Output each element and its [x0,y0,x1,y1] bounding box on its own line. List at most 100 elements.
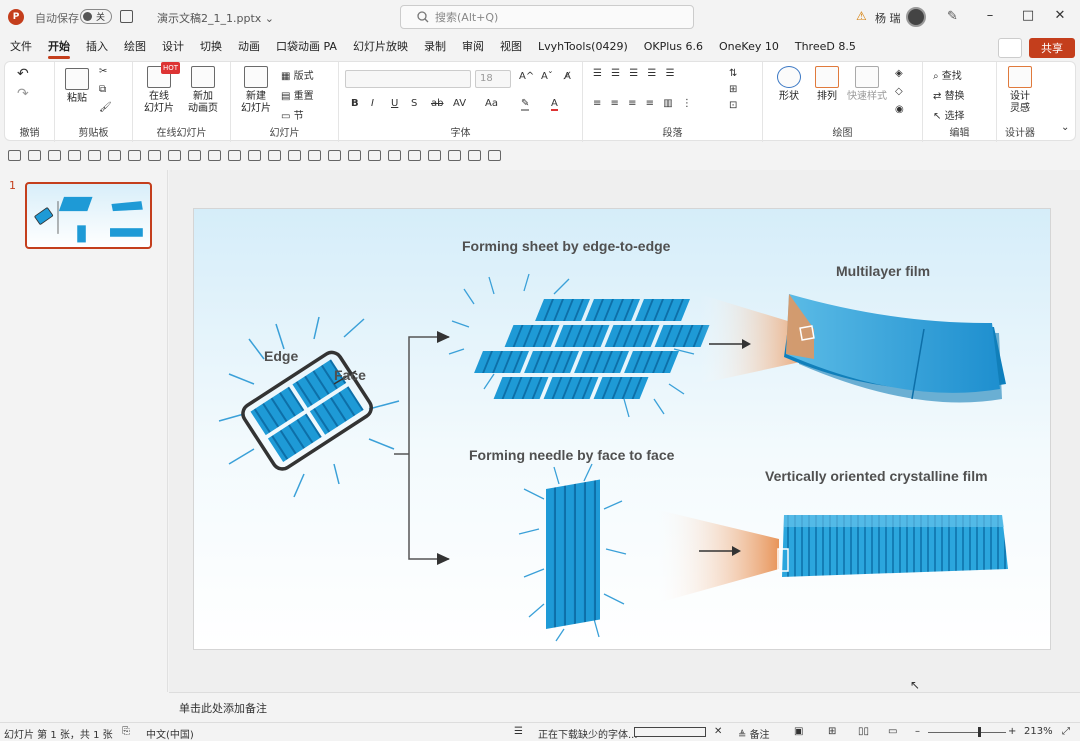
share-button[interactable]: 共享 [1029,38,1075,58]
copy-icon[interactable]: ⧉ [99,84,106,95]
intersect-icon[interactable] [388,149,401,161]
file-name[interactable]: 演示文稿2_1_1.pptx ⌄ [157,10,274,26]
flip-icon[interactable] [248,149,261,161]
align-bottom-icon[interactable] [188,149,201,161]
union-icon[interactable] [328,149,341,161]
search-input[interactable]: 搜索(Alt+Q) [400,5,694,29]
slide-canvas[interactable]: Edge Face Forming sheet by edge-to-edge … [193,208,1051,650]
reading-view-icon[interactable]: ▯▯ [858,726,869,737]
minimize-icon[interactable]: – [980,8,1000,23]
tab-4[interactable]: 设计 [162,34,184,60]
tab-1[interactable]: 开始 [48,34,70,60]
align-top-icon[interactable] [148,149,161,161]
rect-icon[interactable] [68,149,81,161]
autosave-toggle[interactable]: 关 [80,9,112,24]
text-direction-icon[interactable]: ⇅ [729,68,737,79]
effects-icon[interactable]: ◉ [895,104,904,115]
new-slide-button[interactable]: 新建 幻灯片 [235,66,277,115]
zoom-level[interactable]: 213% [1024,726,1053,737]
replace-button[interactable]: ⇄ 替换 [933,87,965,102]
bold-icon[interactable]: B [351,98,359,109]
format-painter-icon[interactable]: 🖌 [99,102,112,113]
change-case-icon[interactable]: Aa [485,98,498,109]
lock-icon[interactable] [448,149,461,161]
notes-toggle[interactable]: ≜ 备注 [738,726,770,741]
shadow-icon[interactable]: S [411,98,417,109]
collapse-ribbon-icon[interactable]: ⌄ [1061,122,1069,133]
italic-icon[interactable]: I [371,98,374,109]
highlight-icon[interactable]: ✎ [521,98,530,111]
avatar[interactable] [906,7,926,27]
shape-icon[interactable] [28,149,41,161]
tab-2[interactable]: 插入 [86,34,108,60]
select-button[interactable]: ↖ 选择 [933,107,965,122]
accessibility-icon[interactable]: ⎘ [122,726,130,737]
tab-8[interactable]: 幻灯片放映 [353,34,408,60]
save-icon[interactable] [120,10,133,23]
strikethrough-icon[interactable]: ab [431,98,443,109]
grow-font-icon[interactable]: A^ [519,71,534,82]
unlock-icon[interactable] [468,149,481,161]
layout-button[interactable]: ▦ 版式 [281,67,314,82]
char-spacing-icon[interactable]: AV [453,98,466,109]
combine-icon[interactable] [348,149,361,161]
textbox-icon[interactable] [8,149,21,161]
warning-icon[interactable]: ⚠ [856,9,867,23]
fill-icon[interactable]: ◈ [895,68,903,79]
alignment-icons[interactable]: ≡ ≡ ≡ ≡ ▥ ⋮ [593,98,695,109]
sorter-view-icon[interactable]: ⊞ [828,726,836,737]
clear-format-icon[interactable]: A̸ [564,71,571,82]
tab-0[interactable]: 文件 [10,34,32,60]
redo-icon[interactable]: ↷ [17,86,29,102]
reset-button[interactable]: ▤ 重置 [281,87,314,102]
pen-icon[interactable]: ✎ [947,9,958,24]
close-icon[interactable]: ✕ [1050,8,1070,23]
find-button[interactable]: ⌕ 查找 [933,67,962,82]
font-color-icon[interactable]: A [551,98,558,111]
shapes-button[interactable]: 形状 [769,66,809,103]
tab-6[interactable]: 动画 [238,34,260,60]
underline-icon[interactable]: U [391,98,398,109]
quick-style-button[interactable]: 快速样式 [845,66,889,103]
font-family-select[interactable] [345,70,471,88]
maximize-icon[interactable]: □ [1018,8,1038,23]
ungroup-icon[interactable] [308,149,321,161]
align-middle-icon[interactable] [168,149,181,161]
zoom-slider-thumb[interactable] [978,727,981,737]
arrange-button[interactable]: 排列 [809,66,845,103]
tab-15[interactable]: ThreeD 8.5 [795,34,856,60]
align-right-icon[interactable] [128,149,141,161]
merge-icon[interactable] [428,149,441,161]
align-center-icon[interactable] [108,149,121,161]
distribute-h-icon[interactable] [208,149,221,161]
normal-view-icon[interactable]: ▣ [794,726,803,737]
tab-14[interactable]: OneKey 10 [719,34,779,60]
bullets-icon[interactable]: ☰ ☰ ☰ ☰ ☰ [593,68,678,79]
tab-7[interactable]: 口袋动画 PA [276,34,337,60]
tab-9[interactable]: 录制 [424,34,446,60]
comments-button[interactable] [998,38,1022,58]
align-text-icon[interactable]: ⊞ [729,84,737,95]
font-size-select[interactable]: 18 [475,70,511,88]
section-button[interactable]: ▭ 节 [281,107,304,122]
tab-10[interactable]: 审阅 [462,34,484,60]
fit-window-icon[interactable]: ⤢ [1062,726,1070,737]
paste-button[interactable]: 粘贴 [61,68,93,105]
outline-icon[interactable]: ◇ [895,86,903,97]
smartart-icon[interactable]: ⊡ [729,100,737,111]
new-animation-button[interactable]: 新加 动画页 [181,66,225,115]
zoom-out-icon[interactable]: – [915,726,920,737]
slide-info[interactable]: 幻灯片 第 1 张，共 1 张 [4,726,113,741]
align-left-icon[interactable] [88,149,101,161]
user-name[interactable]: 杨 瑞 [875,10,901,26]
slide-thumbnail[interactable] [25,182,152,249]
tab-12[interactable]: LvyhTools(0429) [538,34,628,60]
zoom-slider[interactable] [928,732,1006,733]
cancel-download-icon[interactable]: ✕ [714,726,722,737]
notes-pane[interactable]: 单击此处添加备注 [169,692,1080,722]
tab-5[interactable]: 切换 [200,34,222,60]
tab-11[interactable]: 视图 [500,34,522,60]
rotate-icon[interactable] [268,149,281,161]
undo-icon[interactable]: ↶ [17,66,29,82]
more-icon[interactable] [488,149,501,161]
